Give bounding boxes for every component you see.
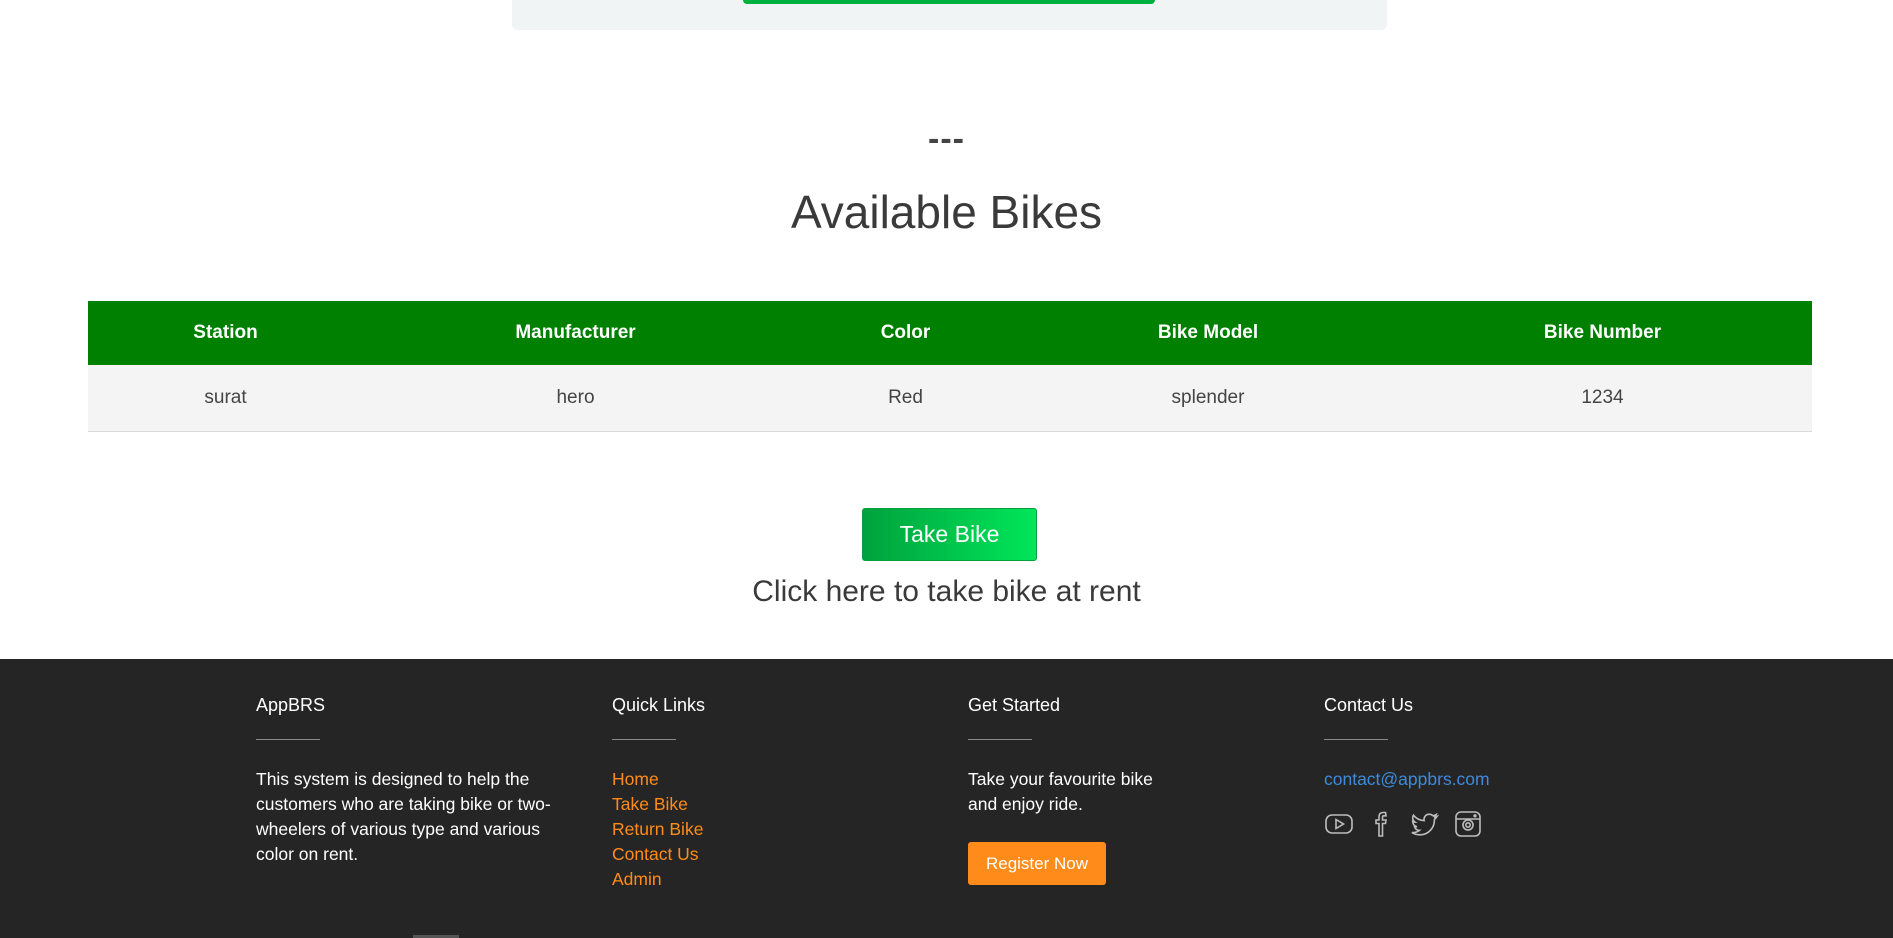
footer-contact-heading: Contact Us <box>1324 695 1414 715</box>
column-header-bike-number: Bike Number <box>1393 301 1812 365</box>
page-title: Available Bikes <box>790 186 1103 238</box>
footer-get-started-heading: Get Started <box>968 695 1061 715</box>
top-card-button-edge[interactable] <box>743 0 1155 4</box>
footer-contact: Contact Us contact@appbrs.com <box>1324 695 1634 839</box>
footer-link-contact-us[interactable]: Contact Us <box>612 842 922 867</box>
column-header-color: Color <box>788 301 1023 365</box>
take-bike-caption: Click here to take bike at rent <box>752 575 1141 608</box>
social-links <box>1324 809 1634 839</box>
youtube-icon[interactable] <box>1324 809 1354 839</box>
facebook-icon[interactable] <box>1367 809 1397 839</box>
register-now-button[interactable]: Register Now <box>968 842 1106 885</box>
footer-about-heading: AppBRS <box>256 695 326 715</box>
table-row: surat hero Red splender 1234 <box>88 365 1812 432</box>
take-bike-button[interactable]: Take Bike <box>862 508 1037 561</box>
twitter-icon[interactable] <box>1410 809 1440 839</box>
contact-email-link[interactable]: contact@appbrs.com <box>1324 767 1634 792</box>
footer-link-return-bike[interactable]: Return Bike <box>612 817 922 842</box>
cell-manufacturer: hero <box>363 365 788 432</box>
footer-quick-links: Quick Links Home Take Bike Return Bike C… <box>612 695 922 892</box>
column-header-bike-model: Bike Model <box>1023 301 1393 365</box>
bikes-table: Station Manufacturer Color Bike Model Bi… <box>88 301 1812 432</box>
footer-link-admin[interactable]: Admin <box>612 867 922 892</box>
table-header-row: Station Manufacturer Color Bike Model Bi… <box>88 301 1812 365</box>
footer-about: AppBRS This system is designed to help t… <box>256 695 566 867</box>
footer-about-text: This system is designed to help the cust… <box>256 769 551 864</box>
footer-get-started: Get Started Take your favourite bike and… <box>968 695 1168 885</box>
cell-bike-model: splender <box>1023 365 1393 432</box>
top-card <box>512 0 1387 30</box>
footer-link-take-bike[interactable]: Take Bike <box>612 792 922 817</box>
instagram-icon[interactable] <box>1453 809 1483 839</box>
column-header-manufacturer: Manufacturer <box>363 301 788 365</box>
footer: AppBRS This system is designed to help t… <box>0 659 1893 938</box>
footer-divider <box>612 739 676 740</box>
column-header-station: Station <box>88 301 363 365</box>
cell-bike-number: 1234 <box>1393 365 1812 432</box>
footer-divider <box>968 739 1032 740</box>
footer-get-started-text: Take your favourite bike and enjoy ride. <box>968 769 1153 814</box>
footer-divider <box>256 739 320 740</box>
footer-link-home[interactable]: Home <box>612 767 922 792</box>
footer-quick-links-heading: Quick Links <box>612 695 706 715</box>
cell-color: Red <box>788 365 1023 432</box>
section-divider: --- <box>928 120 965 158</box>
cell-station: surat <box>88 365 363 432</box>
quick-links-list: Home Take Bike Return Bike Contact Us Ad… <box>612 767 922 892</box>
footer-divider <box>1324 739 1388 740</box>
